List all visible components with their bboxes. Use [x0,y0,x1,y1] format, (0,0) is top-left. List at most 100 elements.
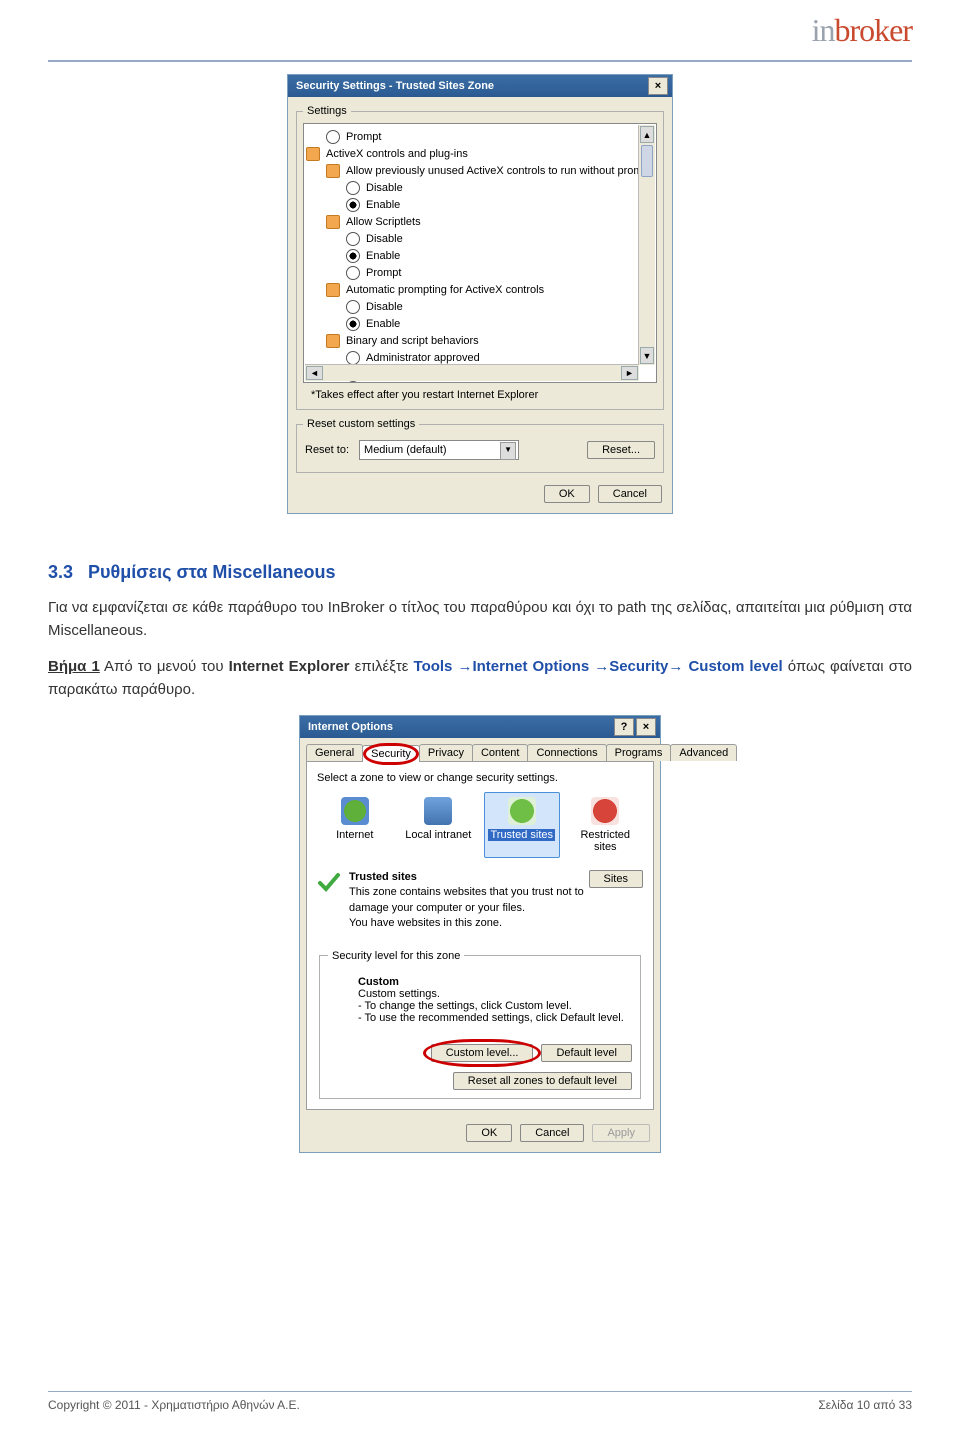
radio-icon [326,130,340,144]
reset-label: Reset to: [305,444,349,456]
reset-combo[interactable]: Medium (default) [359,440,519,460]
footer-rule [48,1391,912,1392]
scroll-right-icon[interactable]: ► [621,366,638,380]
custom-line1: - To change the settings, click Custom l… [358,1000,572,1012]
setting-radio[interactable]: Enable [306,196,654,213]
horizontal-scrollbar[interactable]: ◄ ► [305,364,639,381]
radio-icon [346,198,360,212]
radio-icon [346,232,360,246]
zone-local[interactable]: Local intranet [401,792,477,858]
radio-icon [346,181,360,195]
scroll-up-icon[interactable]: ▲ [640,126,654,143]
reset-group: Reset custom settings Reset to: Medium (… [296,418,664,473]
setting-radio[interactable]: Prompt [306,128,654,145]
gear-icon [326,215,340,229]
custom-heading: Custom [358,976,399,988]
setting-group: Allow previously unused ActiveX controls… [306,162,654,179]
ok-button[interactable]: OK [544,485,590,503]
settings-tree[interactable]: Prompt ActiveX controls and plug-ins Allow… [303,123,657,383]
zone-label: Local intranet [404,829,474,841]
tab-general[interactable]: General [306,744,363,761]
setting-label: Enable [366,318,400,330]
setting-label: Disable [366,182,403,194]
sites-button[interactable]: Sites [589,870,643,888]
setting-radio[interactable]: Disable [306,298,654,315]
scroll-down-icon[interactable]: ▼ [640,347,654,364]
reset-all-button[interactable]: Reset all zones to default level [453,1072,632,1090]
tab-content[interactable]: Content [472,744,529,761]
vertical-scrollbar[interactable]: ▲ ▼ [638,125,655,365]
checkmark-icon [317,870,341,894]
setting-label: Disable [366,301,403,313]
step-paragraph: Βήμα 1 Από το μενού του Internet Explore… [48,656,912,701]
security-settings-dialog: Security Settings - Trusted Sites Zone ×… [287,74,673,514]
dialog-title: Security Settings - Trusted Sites Zone [292,80,648,92]
section-paragraph: Για να εμφανίζεται σε κάθε παράθυρο του … [48,597,912,642]
ok-button[interactable]: OK [466,1124,512,1142]
setting-label: ActiveX controls and plug-ins [326,148,468,160]
setting-label: Disable [366,233,403,245]
zone-rest[interactable]: Restricted sites [568,792,644,858]
zone-world[interactable]: Internet [317,792,393,858]
setting-radio[interactable]: Enable [306,315,654,332]
tab-privacy[interactable]: Privacy [419,744,473,761]
zone-label: Restricted sites [571,829,641,853]
custom-level-button[interactable]: Custom level... [431,1044,534,1062]
help-icon[interactable]: ? [614,718,634,736]
setting-label: Enable [366,199,400,211]
setting-group: Automatic prompting for ActiveX controls [306,281,654,298]
zone-list: Internet Local intranet Trusted sites Restr… [317,792,643,858]
radio-icon [346,300,360,314]
custom-sub: Custom settings. [358,988,440,1000]
internet-options-dialog: Internet Options ? × GeneralSecurityPriv… [299,715,661,1153]
setting-label: Enable [366,250,400,262]
security-level-legend: Security level for this zone [328,950,464,962]
setting-group: Binary and script behaviors [306,332,654,349]
zone-local-icon [424,797,452,825]
tab-advanced[interactable]: Advanced [670,744,737,761]
tab-connections[interactable]: Connections [527,744,606,761]
cancel-button[interactable]: Cancel [598,485,662,503]
setting-radio[interactable]: Disable [306,230,654,247]
titlebar[interactable]: Security Settings - Trusted Sites Zone × [288,75,672,97]
gear-icon [306,147,320,161]
logo: inbroker [812,12,912,49]
zone-label: Internet [320,829,390,841]
settings-legend: Settings [303,105,351,117]
restart-note: *Takes effect after you restart Internet… [311,389,649,401]
zone-box-text: This zone contains websites that you tru… [349,886,584,929]
header-rule [48,60,912,62]
reset-button[interactable]: Reset... [587,441,655,459]
default-level-button[interactable]: Default level [541,1044,632,1062]
setting-label: Administrator approved [366,352,480,364]
zone-trust[interactable]: Trusted sites [484,792,560,858]
close-icon[interactable]: × [648,77,668,95]
footer-page: Σελίδα 10 από 33 [818,1398,912,1412]
zone-box-title: Trusted sites [349,871,417,883]
radio-icon [346,317,360,331]
zone-rest-icon [591,797,619,825]
cancel-button[interactable]: Cancel [520,1124,584,1142]
scroll-left-icon[interactable]: ◄ [306,366,323,380]
custom-line2: - To use the recommended settings, click… [358,1012,624,1024]
gear-icon [326,283,340,297]
setting-label: Prompt [366,267,401,279]
setting-radio[interactable]: Enable [306,247,654,264]
setting-group: Allow Scriptlets [306,213,654,230]
settings-group: Settings Prompt ActiveX controls and plug… [296,105,664,410]
tab-strip: GeneralSecurityPrivacyContentConnections… [300,738,660,761]
zone-trust-icon [508,797,536,825]
titlebar[interactable]: Internet Options ? × [300,716,660,738]
apply-button[interactable]: Apply [592,1124,650,1142]
close-icon[interactable]: × [636,718,656,736]
tab-security[interactable]: Security [362,745,420,762]
zone-instruction: Select a zone to view or change security… [317,772,643,784]
setting-radio[interactable]: Prompt [306,264,654,281]
security-level-group: Security level for this zone Custom Cust… [319,950,641,1099]
tab-programs[interactable]: Programs [606,744,672,761]
scroll-thumb[interactable] [641,145,653,177]
setting-label: Allow Scriptlets [346,216,421,228]
setting-radio[interactable]: Disable [306,179,654,196]
dialog-title: Internet Options [304,721,614,733]
setting-label: Binary and script behaviors [346,335,479,347]
